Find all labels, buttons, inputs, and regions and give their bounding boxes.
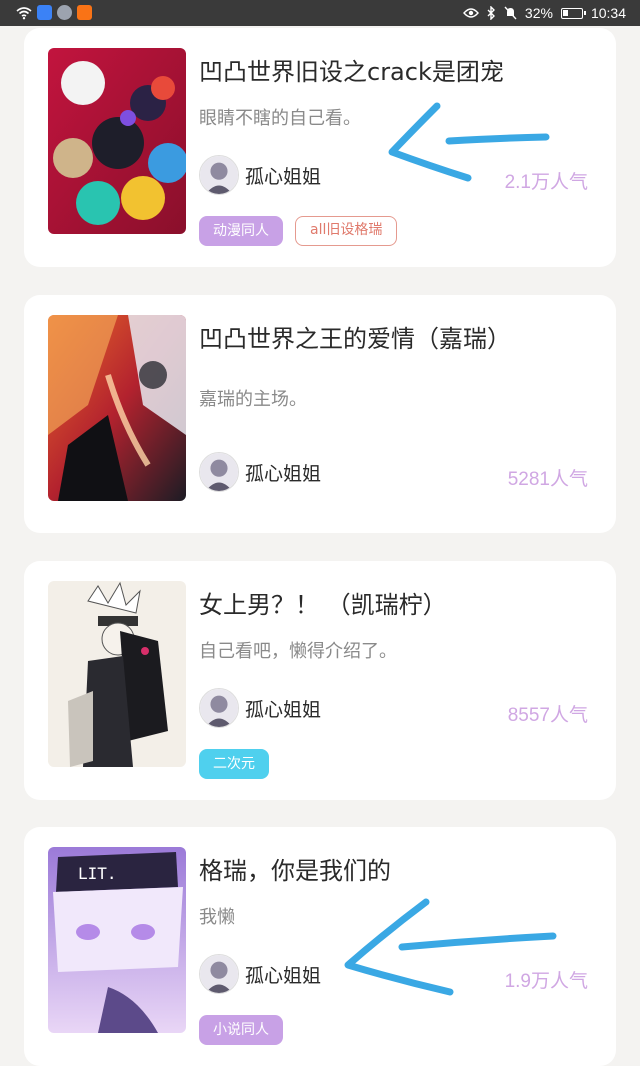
work-title[interactable]: 凹凸世界之王的爱情（嘉瑞） — [199, 319, 511, 354]
work-card[interactable]: 凹凸世界旧设之crack是团宠 眼睛不瞎的自己看。 孤心姐姐 2.1万人气 动漫… — [24, 28, 616, 267]
bluetooth-icon — [487, 6, 495, 20]
cover-image[interactable] — [48, 315, 186, 501]
tag-list: 小说同人 — [199, 1015, 283, 1045]
mute-icon — [504, 6, 517, 20]
app-notification-icon — [37, 5, 52, 20]
author-info[interactable]: 孤心姐姐 — [199, 954, 321, 994]
wifi-icon — [16, 6, 32, 19]
status-left — [16, 5, 92, 20]
clock: 10:34 — [590, 5, 626, 21]
author-name[interactable]: 孤心姐姐 — [245, 162, 321, 189]
work-description: 自己看吧，懒得介绍了。 — [199, 641, 397, 662]
popularity-count: 8557人气 — [507, 705, 588, 726]
author-info[interactable]: 孤心姐姐 — [199, 452, 321, 492]
popularity-count: 2.1万人气 — [504, 172, 588, 193]
svg-text:LIT.: LIT. — [78, 864, 117, 883]
avatar[interactable] — [199, 688, 239, 728]
tag[interactable]: 二次元 — [199, 749, 269, 779]
author-name[interactable]: 孤心姐姐 — [245, 961, 321, 988]
popularity-count: 5281人气 — [507, 469, 588, 490]
battery-icon — [560, 7, 586, 19]
work-title[interactable]: 女上男？！ （凯瑞柠） — [199, 585, 447, 620]
cover-image[interactable] — [48, 581, 186, 767]
work-description: 嘉瑞的主场。 — [199, 389, 307, 410]
work-card[interactable]: LIT. 格瑞，你是我们的 我懒 孤心姐姐 1.9万人气 小说同人 — [24, 827, 616, 1066]
work-card[interactable]: 女上男？！ （凯瑞柠） 自己看吧，懒得介绍了。 孤心姐姐 8557人气 二次元 — [24, 561, 616, 800]
cover-image[interactable]: LIT. — [48, 847, 186, 1033]
author-info[interactable]: 孤心姐姐 — [199, 688, 321, 728]
battery-percent: 32% — [524, 5, 553, 21]
app-notification-icon — [77, 5, 92, 20]
work-description: 眼睛不瞎的自己看。 — [199, 108, 361, 129]
avatar[interactable] — [199, 155, 239, 195]
popularity-count: 1.9万人气 — [504, 971, 588, 992]
work-description: 我懒 — [199, 907, 235, 928]
avatar[interactable] — [199, 452, 239, 492]
tag[interactable]: 动漫同人 — [199, 216, 283, 246]
work-title[interactable]: 凹凸世界旧设之crack是团宠 — [199, 52, 504, 87]
tag[interactable]: 小说同人 — [199, 1015, 283, 1045]
author-info[interactable]: 孤心姐姐 — [199, 155, 321, 195]
author-name[interactable]: 孤心姐姐 — [245, 459, 321, 486]
cover-image[interactable] — [48, 48, 186, 234]
status-bar: 32% 10:34 — [0, 0, 640, 26]
author-name[interactable]: 孤心姐姐 — [245, 695, 321, 722]
tag-list: 动漫同人 all旧设格瑞 — [199, 216, 398, 246]
status-right: 32% 10:34 — [462, 5, 626, 21]
work-title[interactable]: 格瑞，你是我们的 — [199, 851, 391, 886]
app-notification-icon — [57, 5, 72, 20]
eye-icon — [462, 8, 479, 18]
tag-list: 二次元 — [199, 749, 269, 779]
avatar[interactable] — [199, 954, 239, 994]
work-card[interactable]: 凹凸世界之王的爱情（嘉瑞） 嘉瑞的主场。 孤心姐姐 5281人气 — [24, 295, 616, 533]
tag[interactable]: all旧设格瑞 — [295, 216, 398, 246]
